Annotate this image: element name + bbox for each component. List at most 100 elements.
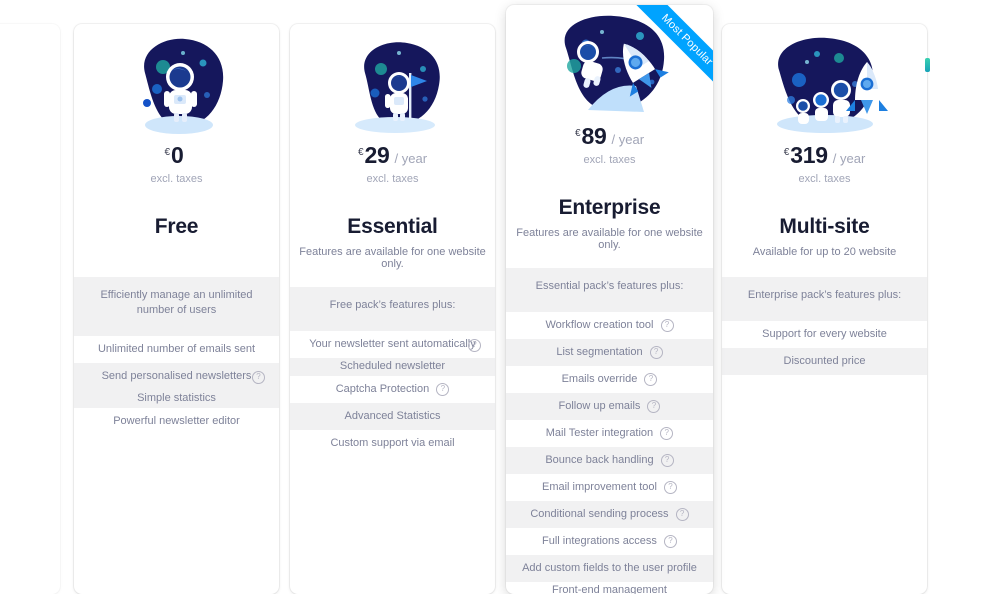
feature-row-header: Efficiently manage an unlimited number o…: [74, 277, 279, 336]
pricing-cards-container: € 0 excl. taxes Free Efficiently manage …: [0, 0, 1000, 594]
feature-label: List segmentation: [556, 346, 643, 358]
help-icon[interactable]: ?: [649, 346, 663, 359]
feature-row: Email improvement tool ?: [506, 474, 713, 501]
feature-label: Advanced Statistics: [344, 410, 441, 422]
edge-accent-decoration: [925, 58, 930, 72]
feature-row: Scheduled newsletter: [290, 358, 495, 376]
feature-row: Your newsletter sent automatically ?: [290, 331, 495, 358]
price-block: € 29 / year excl. taxes: [290, 140, 495, 186]
help-icon[interactable]: ?: [675, 508, 689, 521]
feature-label: Workflow creation tool: [545, 319, 654, 331]
help-icon[interactable]: ?: [252, 371, 265, 384]
currency-symbol: €: [783, 147, 790, 158]
feature-row-header: Essential pack’s features plus:: [506, 268, 713, 312]
feature-row: Workflow creation tool ?: [506, 312, 713, 339]
feature-label: Powerful newsletter editor: [113, 415, 240, 427]
help-icon[interactable]: ?: [468, 339, 481, 352]
feature-label: Follow up emails: [558, 400, 641, 412]
help-icon[interactable]: ?: [644, 373, 658, 386]
feature-label: Essential pack’s features plus:: [535, 280, 684, 292]
plan-name: Enterprise: [558, 196, 661, 219]
price-amount: 0: [171, 142, 184, 168]
feature-label: Simple statistics: [137, 392, 216, 404]
feature-list: Enterprise pack’s features plus: Support…: [722, 277, 927, 375]
plan-subtitle: [74, 246, 279, 260]
feature-list: Free pack’s features plus: Your newslett…: [290, 287, 495, 457]
plan-name: Essential: [347, 215, 438, 238]
pricing-card-essential[interactable]: € 29 / year excl. taxes Essential Featur…: [290, 24, 495, 594]
feature-label: Send personalised newsletters: [101, 370, 252, 382]
feature-row: Unlimited number of emails sent: [74, 336, 279, 363]
feature-row-header: Free pack’s features plus:: [290, 287, 495, 331]
pricing-page: € 0 excl. taxes Free Efficiently manage …: [0, 0, 1000, 594]
pricing-card-free[interactable]: € 0 excl. taxes Free Efficiently manage …: [74, 24, 279, 594]
feature-label: Scheduled newsletter: [339, 360, 446, 372]
feature-label: Bounce back handling: [545, 454, 654, 466]
price-amount: 319: [790, 142, 828, 168]
plan-name: Multi-site: [779, 215, 870, 238]
feature-label: Conditional sending process: [530, 508, 669, 520]
currency-symbol: €: [574, 128, 581, 139]
help-icon[interactable]: ?: [647, 400, 661, 413]
feature-label: Add custom fields to the user profile: [522, 562, 697, 574]
feature-row: Captcha Protection ?: [290, 376, 495, 403]
price-amount: 89: [581, 123, 607, 149]
currency-symbol: €: [164, 147, 171, 158]
currency-symbol: €: [357, 147, 364, 158]
feature-list: Efficiently manage an unlimited number o…: [74, 277, 279, 435]
feature-row: Custom support via email: [290, 430, 495, 457]
price-block: € 89 / year excl. taxes: [506, 121, 713, 167]
astronauts-group-rocket-icon: [722, 30, 927, 140]
excl-taxes-label: excl. taxes: [583, 154, 636, 166]
feature-label: Captcha Protection: [335, 383, 430, 395]
price-period: / year: [832, 151, 866, 166]
plan-subtitle: Features are available for one website o…: [299, 246, 486, 270]
feature-row: Emails override ?: [506, 366, 713, 393]
excl-taxes-label: excl. taxes: [150, 173, 203, 185]
help-icon[interactable]: ?: [660, 454, 674, 467]
feature-list: Essential pack’s features plus: Workflow…: [506, 268, 713, 594]
help-icon[interactable]: ?: [664, 535, 677, 548]
price-period: / year: [394, 151, 428, 166]
feature-row: Follow up emails ?: [506, 393, 713, 420]
feature-label: Support for every website: [762, 328, 887, 340]
price-block: € 0 excl. taxes: [74, 140, 279, 186]
feature-label: Emails override: [561, 373, 638, 385]
feature-label: Mail Tester integration: [545, 427, 654, 439]
pricing-card-enterprise[interactable]: Most Popular € 89 / year excl. taxes Ent…: [506, 5, 713, 594]
help-icon[interactable]: ?: [664, 481, 677, 494]
feature-row: Simple statistics: [74, 390, 279, 408]
feature-row: Mail Tester integration ?: [506, 420, 713, 447]
feature-row: Full integrations access ?: [506, 528, 713, 555]
feature-row: Send personalised newsletters ?: [74, 363, 279, 390]
feature-row: Support for every website: [722, 321, 927, 348]
feature-row: Discounted price: [722, 348, 927, 375]
price-period: / year: [611, 132, 645, 147]
excl-taxes-label: excl. taxes: [798, 173, 851, 185]
feature-label: Front-end management: [552, 584, 667, 594]
astronaut-standing-icon: [74, 30, 279, 140]
plan-subtitle: Features are available for one website o…: [516, 227, 703, 251]
feature-label: Enterprise pack’s features plus:: [747, 289, 902, 301]
feature-row-header: Enterprise pack’s features plus:: [722, 277, 927, 321]
astronaut-flag-icon: [290, 30, 495, 140]
feature-row: Bounce back handling ?: [506, 447, 713, 474]
feature-label: Unlimited number of emails sent: [97, 343, 256, 355]
feature-label: Discounted price: [783, 355, 866, 367]
feature-row: List segmentation ?: [506, 339, 713, 366]
feature-label: Custom support via email: [330, 437, 455, 449]
feature-label: Free pack’s features plus:: [329, 299, 456, 311]
help-icon[interactable]: ?: [660, 427, 674, 440]
help-icon[interactable]: ?: [436, 383, 450, 396]
feature-row: Powerful newsletter editor: [74, 408, 279, 435]
pricing-card-multisite[interactable]: € 319 / year excl. taxes Multi-site Avai…: [722, 24, 927, 594]
feature-label: Email improvement tool: [542, 481, 657, 493]
price-block: € 319 / year excl. taxes: [722, 140, 927, 186]
astronaut-rocket-icon: [506, 11, 713, 121]
feature-row: Front-end management: [506, 582, 713, 594]
feature-label: Efficiently manage an unlimited number o…: [100, 289, 253, 316]
help-icon[interactable]: ?: [660, 319, 674, 332]
feature-label: Full integrations access: [541, 535, 657, 547]
feature-row: Add custom fields to the user profile: [506, 555, 713, 582]
feature-label: Your newsletter sent automatically: [309, 338, 476, 350]
